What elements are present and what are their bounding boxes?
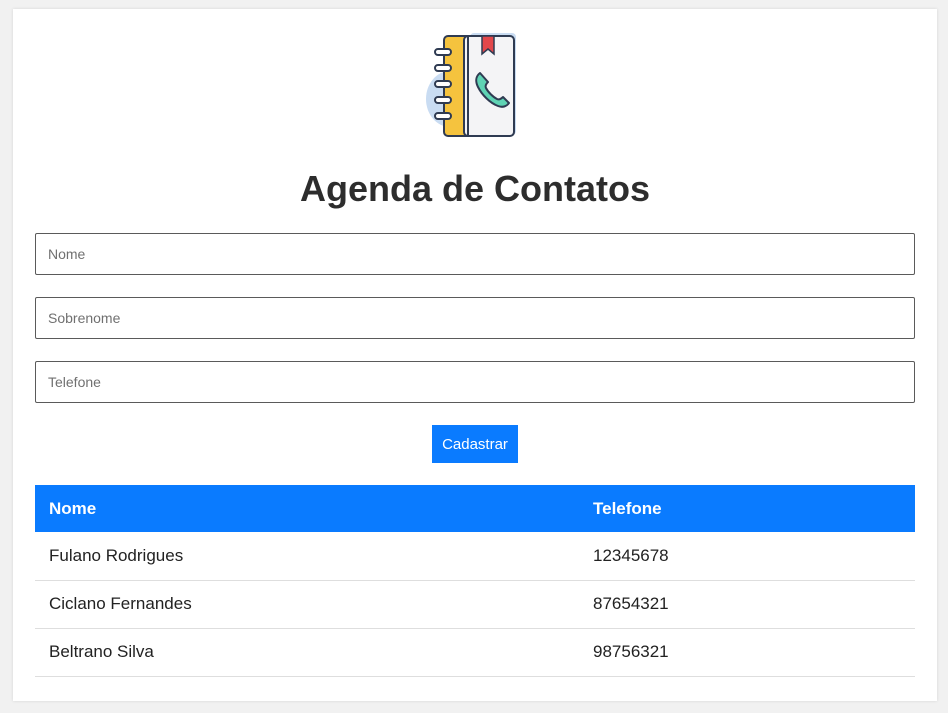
cadastrar-button[interactable]: Cadastrar — [432, 425, 518, 463]
sobrenome-input[interactable] — [35, 297, 915, 339]
page-title: Agenda de Contatos — [299, 168, 650, 209]
address-book-phone-icon — [426, 33, 516, 137]
header-nome: Nome — [35, 485, 579, 532]
cell-telefone: 12345678 — [579, 532, 915, 581]
cell-nome: Ciclano Fernandes — [35, 580, 579, 629]
table-row: Ciclano Fernandes 87654321 — [35, 580, 915, 629]
contacts-table: Nome Telefone Fulano Rodrigues 12345678 … — [35, 485, 915, 677]
cell-nome: Fulano Rodrigues — [35, 532, 579, 581]
table-row: Beltrano Silva 98756321 — [35, 628, 915, 677]
cell-nome: Beltrano Silva — [35, 628, 579, 677]
table-row: Fulano Rodrigues 12345678 — [35, 532, 915, 581]
cell-telefone: 87654321 — [579, 580, 915, 629]
nome-input[interactable] — [35, 233, 915, 275]
table-header-row: Nome Telefone — [35, 485, 915, 532]
header-telefone: Telefone — [579, 485, 915, 532]
cell-telefone: 98756321 — [579, 628, 915, 677]
main-card: Agenda de Contatos Cadastrar Nome Telefo… — [13, 9, 937, 701]
telefone-input[interactable] — [35, 361, 915, 403]
